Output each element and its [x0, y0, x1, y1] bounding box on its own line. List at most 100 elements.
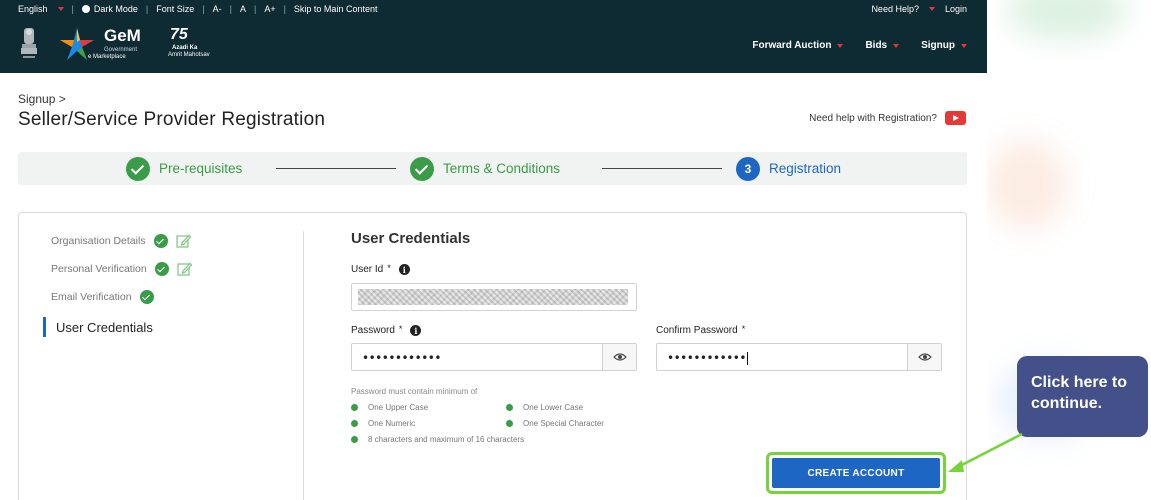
- nav-signup[interactable]: Signup: [921, 40, 967, 51]
- chevron-down-icon: [893, 43, 900, 48]
- password-rule: One Numeric: [351, 419, 415, 428]
- confirm-password-label: Confirm Password *: [656, 324, 745, 337]
- status-dot-icon: [506, 404, 513, 411]
- gem-logo-tagline: e Marketplace: [88, 54, 126, 60]
- utility-bar: English | Dark Mode | Font Size | A- | A…: [0, 0, 987, 18]
- language-selector[interactable]: English: [18, 4, 64, 14]
- rule-text: One Special Character: [523, 419, 604, 428]
- field-label-text: User Id: [351, 264, 384, 275]
- main-nav: Forward Auction Bids Signup: [752, 18, 967, 73]
- step-label: Terms & Conditions: [443, 161, 561, 176]
- need-help-label: Need Help?: [871, 4, 919, 14]
- step-prerequisites: Pre-requisites: [126, 152, 242, 185]
- step-label: Pre-requisites: [159, 161, 243, 176]
- sidebar-item-personal-verification[interactable]: Personal Verification: [51, 262, 192, 276]
- chevron-down-icon: [928, 7, 935, 11]
- step-label: Registration: [769, 161, 842, 176]
- gem-logo-subtitle: Government: [104, 47, 138, 53]
- rule-text: One Lower Case: [523, 403, 584, 412]
- dark-mode-toggle[interactable]: Dark Mode: [81, 4, 138, 14]
- check-circle-icon: [153, 234, 168, 248]
- show-password-button[interactable]: [602, 344, 636, 370]
- sidebar-item-label: Email Verification: [51, 291, 132, 303]
- password-value: ••••••••••••: [362, 351, 441, 365]
- login-link[interactable]: Login: [945, 4, 967, 14]
- check-circle-icon: [410, 156, 434, 181]
- show-confirm-password-button[interactable]: [907, 344, 941, 370]
- redacted-user-id: [358, 289, 628, 305]
- page-title: Seller/Service Provider Registration: [18, 109, 326, 130]
- password-field[interactable]: ••••••••••••: [351, 343, 637, 371]
- font-decrease-button[interactable]: A-: [213, 4, 222, 14]
- breadcrumb[interactable]: Signup >: [18, 92, 66, 106]
- eye-icon: [612, 353, 627, 361]
- confirm-password-value: ••••••••••••: [667, 351, 746, 365]
- chevron-down-icon: [961, 43, 967, 48]
- field-label-text: Password: [351, 325, 395, 336]
- sidebar-item-email-verification[interactable]: Email Verification: [51, 290, 154, 304]
- font-normal-button[interactable]: A: [240, 4, 246, 14]
- create-account-button[interactable]: CREATE ACCOUNT: [772, 458, 940, 488]
- chevron-down-icon: [837, 43, 844, 48]
- azadi-ka-amrit-mahotsav-logo: 75 Azadi Ka Amrit Mahotsav: [168, 26, 230, 64]
- password-rule: One Lower Case: [506, 403, 583, 412]
- password-rule: One Special Character: [506, 419, 604, 428]
- font-size-label: Font Size: [156, 4, 195, 14]
- password-rule: One Upper Case: [351, 403, 428, 412]
- edit-icon[interactable]: [175, 234, 191, 248]
- sidebar-item-label: Personal Verification: [51, 263, 147, 275]
- sidebar-item-organisation-details[interactable]: Organisation Details: [51, 234, 191, 248]
- nav-bids[interactable]: Bids: [865, 40, 900, 51]
- instruction-callout: Click here to continue.: [1017, 356, 1148, 437]
- azadi-line2: Amrit Mahotsav: [168, 52, 210, 58]
- password-rules-title: Password must contain minimum of: [351, 387, 478, 396]
- edit-icon[interactable]: [177, 262, 192, 276]
- site-header: GeM Government e Marketplace 75 Azadi Ka…: [0, 18, 987, 73]
- step-registration: 3 Registration: [736, 152, 841, 185]
- chevron-down-icon: [57, 7, 64, 11]
- sidebar-item-user-credentials[interactable]: User Credentials: [43, 317, 153, 337]
- nav-label: Bids: [865, 40, 888, 51]
- password-label: Password * i: [351, 323, 422, 336]
- check-circle-icon: [126, 156, 150, 181]
- eye-icon: [917, 353, 932, 361]
- field-label-text: Confirm Password: [656, 325, 738, 336]
- registration-card: Organisation Details Personal Verificati…: [18, 212, 967, 500]
- dark-mode-icon: [81, 5, 90, 13]
- registration-help[interactable]: Need help with Registration?: [809, 111, 966, 125]
- user-id-field[interactable]: [351, 283, 637, 311]
- gem-logo-text: GeM: [104, 26, 141, 45]
- need-help-menu[interactable]: Need Help?: [871, 4, 935, 14]
- required-mark: *: [387, 262, 391, 273]
- step-number-badge: 3: [736, 156, 760, 181]
- nav-forward-auction[interactable]: Forward Auction: [752, 40, 844, 51]
- section-title: User Credentials: [351, 230, 471, 247]
- font-increase-button[interactable]: A+: [264, 4, 275, 14]
- divider: [303, 231, 304, 500]
- status-dot-icon: [351, 420, 358, 427]
- nav-label: Signup: [921, 40, 955, 51]
- step-connector: [276, 168, 396, 169]
- confirm-password-display: ••••••••••••: [667, 351, 749, 365]
- step-connector: [602, 168, 722, 169]
- step-terms-conditions: Terms & Conditions: [410, 152, 560, 185]
- rule-text: 8 characters and maximum of 16 character…: [368, 435, 525, 444]
- national-emblem-icon: [21, 28, 37, 58]
- language-label: English: [18, 4, 48, 14]
- youtube-icon[interactable]: [945, 111, 966, 125]
- status-dot-icon: [506, 420, 513, 427]
- info-icon[interactable]: i: [398, 264, 410, 275]
- info-icon[interactable]: i: [410, 325, 422, 336]
- required-mark: *: [398, 323, 403, 334]
- skip-to-content-link[interactable]: Skip to Main Content: [294, 4, 378, 14]
- rule-text: One Upper Case: [368, 403, 429, 412]
- rule-text: One Numeric: [368, 419, 416, 428]
- sidebar-item-label: Organisation Details: [51, 235, 146, 247]
- status-dot-icon: [351, 404, 358, 411]
- confirm-password-field[interactable]: ••••••••••••: [656, 343, 942, 371]
- nav-label: Forward Auction: [752, 40, 832, 51]
- azadi-line1: Azadi Ka: [172, 45, 198, 51]
- gem-logo[interactable]: GeM Government e Marketplace: [60, 26, 160, 62]
- text-cursor: [746, 352, 749, 365]
- password-rule: 8 characters and maximum of 16 character…: [351, 435, 524, 444]
